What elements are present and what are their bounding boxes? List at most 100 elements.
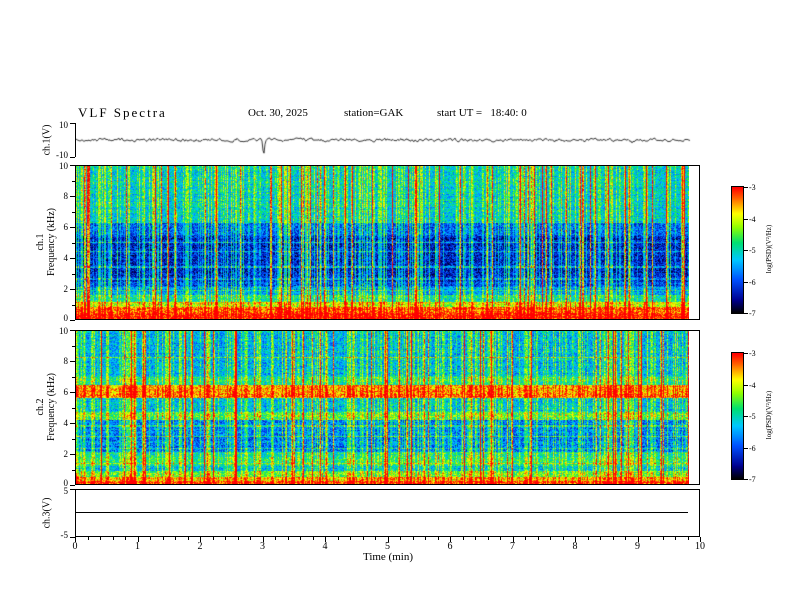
x-minor-tick-mark <box>475 537 476 540</box>
colorbar-ch2 <box>731 352 744 480</box>
y-minor-tick-mark <box>72 376 75 378</box>
x-minor-tick-mark <box>550 537 551 540</box>
ch2-spectrogram-panel <box>75 330 700 485</box>
y-tick-mark <box>70 227 75 228</box>
y-tick-label: 10 <box>59 161 68 171</box>
colorbar-tick-mark <box>744 218 748 220</box>
x-minor-tick-mark <box>375 537 376 540</box>
ch1-spectrogram-image <box>76 166 689 319</box>
y-tick-label: 8 <box>63 356 69 366</box>
ch1-label-line: ch.1 <box>35 233 46 251</box>
x-minor-tick-mark <box>287 537 289 540</box>
y-minor-tick-mark <box>72 180 75 182</box>
x-minor-tick-mark <box>525 537 526 540</box>
colorbar-ch2-label: log(PSD)(V²/Hz) <box>765 390 773 440</box>
station-label: station=GAK <box>344 107 404 119</box>
colorbar-tick-label: -7 <box>749 475 756 484</box>
y-tick-label: 8 <box>63 191 69 201</box>
colorbar-tick-mark <box>744 416 748 417</box>
x-minor-tick-mark <box>625 537 626 540</box>
ch1-frequency-axis-label: ch.1 Frequency (kHz) <box>35 208 57 276</box>
x-minor-tick-mark <box>662 537 664 540</box>
x-minor-tick-mark <box>87 537 89 540</box>
ch1-spectrogram-panel <box>75 165 700 320</box>
x-minor-tick-mark <box>362 537 364 540</box>
y-tick-mark <box>70 157 75 158</box>
y-tick-label: 5 <box>63 486 69 496</box>
x-minor-tick-mark <box>400 537 401 540</box>
ch2-label-line: ch.2 <box>35 398 46 416</box>
colorbar-tick-label: -3 <box>749 349 756 358</box>
x-minor-tick-mark <box>237 537 239 540</box>
y-minor-tick-mark <box>72 438 75 440</box>
y-minor-tick-mark <box>72 407 75 409</box>
x-tick-label: 8 <box>572 541 578 552</box>
y-tick-label: 10 <box>59 120 68 130</box>
y-tick-mark <box>70 537 75 538</box>
y-tick-mark <box>70 258 75 259</box>
x-tick-label: 10 <box>695 541 705 552</box>
colorbar-tick-label: -4 <box>749 214 756 224</box>
x-tick-label: 5 <box>385 541 390 552</box>
y-tick-mark <box>70 196 75 197</box>
colorbar-tick-mark <box>744 250 748 251</box>
x-minor-tick-mark <box>112 537 114 540</box>
x-tick-label: 4 <box>322 541 328 552</box>
y-tick-mark <box>70 165 75 166</box>
y-tick-label: 4 <box>63 253 69 263</box>
colorbar-tick-label: -7 <box>749 309 756 318</box>
y-minor-tick-mark <box>72 345 75 347</box>
x-minor-tick-mark <box>650 537 651 540</box>
y-minor-tick-mark <box>72 211 75 213</box>
colorbar-tick-mark <box>744 187 748 188</box>
x-minor-tick-mark <box>250 537 251 540</box>
x-minor-tick-mark <box>125 537 126 540</box>
colorbar-tick-mark <box>744 384 748 386</box>
y-tick-mark <box>70 485 75 486</box>
frequency-axis-label-line: Frequency (kHz) <box>46 372 57 442</box>
x-minor-tick-mark <box>275 537 276 540</box>
x-tick-label: 9 <box>635 541 640 552</box>
y-tick-mark <box>70 392 75 393</box>
x-minor-tick-mark <box>587 537 589 540</box>
y-tick-label: 10 <box>59 326 68 336</box>
x-minor-tick-mark <box>337 537 339 540</box>
y-tick-label: 4 <box>63 418 69 428</box>
x-minor-tick-mark <box>437 537 439 540</box>
colorbar-ch1 <box>731 186 744 314</box>
ch3-flat-trace <box>76 512 688 513</box>
y-tick-label: -10 <box>56 150 68 160</box>
x-minor-tick-mark <box>612 537 614 540</box>
x-minor-tick-mark <box>225 537 226 540</box>
colorbar-tick-label: -6 <box>749 443 756 453</box>
ch3-voltage-axis-label: ch.3(V) <box>41 497 53 529</box>
start-ut-label: start UT = 18:40: 0 <box>437 107 527 119</box>
x-tick-label: 2 <box>197 541 203 552</box>
y-minor-tick-mark <box>72 273 75 275</box>
x-minor-tick-mark <box>300 537 301 540</box>
colorbar-tick-mark <box>744 479 748 480</box>
y-tick-mark <box>70 320 75 321</box>
x-minor-tick-mark <box>537 537 539 540</box>
x-minor-tick-mark <box>675 537 676 540</box>
y-tick-mark <box>70 330 75 331</box>
colorbar-tick-mark <box>744 281 748 283</box>
x-minor-tick-mark <box>412 537 414 540</box>
x-tick-label: 0 <box>72 541 78 552</box>
figure-title: VLF Spectra <box>78 105 167 120</box>
y-minor-tick-mark <box>72 304 75 306</box>
x-minor-tick-mark <box>100 537 101 540</box>
y-tick-mark <box>70 289 75 290</box>
ch1-waveform-trace <box>76 123 692 157</box>
ch2-spectrogram-image <box>76 331 689 484</box>
x-minor-tick-mark <box>150 537 151 540</box>
colorbar-tick-mark <box>744 313 748 314</box>
colorbar-tick-label: -5 <box>749 246 756 255</box>
y-tick-label: -5 <box>60 530 69 540</box>
x-tick-label: 3 <box>260 541 265 552</box>
x-minor-tick-mark <box>462 537 464 540</box>
x-tick-label: 6 <box>447 541 453 552</box>
y-tick-label: 2 <box>63 284 69 294</box>
x-minor-tick-mark <box>187 537 189 540</box>
y-tick-mark <box>70 123 75 124</box>
